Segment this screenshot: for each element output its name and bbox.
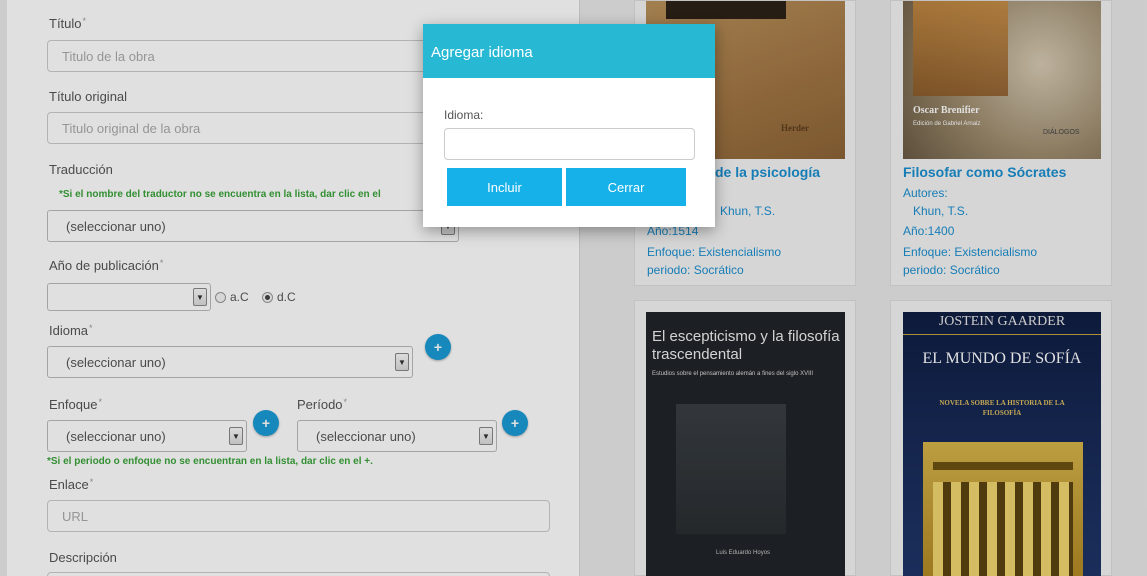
dialog-title: Agregar idioma [423,24,715,78]
idioma-field-label: Idioma: [444,108,484,122]
close-button[interactable]: Cerrar [566,168,686,206]
add-language-dialog: Agregar idioma Idioma: Incluir Cerrar [423,24,715,227]
idioma-field-input[interactable] [444,128,695,160]
include-button[interactable]: Incluir [447,168,562,206]
